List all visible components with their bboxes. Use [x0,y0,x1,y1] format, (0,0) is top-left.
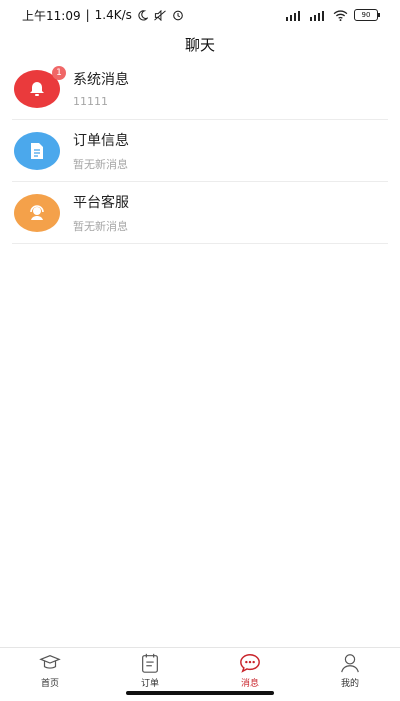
tab-profile-label: 我的 [340,679,359,689]
home-icon [39,655,61,669]
tab-orders-label: 订单 [140,679,159,689]
document-icon [31,142,43,159]
home-indicator [126,691,274,695]
chat-title: 系统消息 [73,72,129,88]
page-header: 聊天 [0,30,400,58]
status-divider: | [85,8,90,22]
tab-home-label: 首页 [40,679,59,689]
chat-list: 1 系统消息 11111 订单信息 暂无新消息 平台客服 暂无新消息 [0,58,400,244]
chat-item-texts: 平台客服 暂无新消息 [73,192,129,234]
customer-service-avatar [14,193,60,232]
order-icon [142,653,158,673]
order-info-avatar [14,131,60,170]
chat-preview: 11111 [73,95,108,108]
chat-preview: 暂无新消息 [73,157,128,171]
status-left: 上午11:09 | 1.4K/s [22,7,184,24]
message-icon [240,654,260,673]
chat-item-order[interactable]: 订单信息 暂无新消息 [12,120,388,182]
tab-home[interactable]: 首页 [0,648,100,701]
chat-item-texts: 订单信息 暂无新消息 [73,130,129,172]
chat-title: 平台客服 [73,194,129,211]
page-title: 聊天 [184,35,215,54]
tab-profile[interactable]: 我的 [300,648,400,701]
network-speed: 1.4K/s [94,8,132,22]
chat-title: 订单信息 [73,132,129,149]
profile-icon [341,654,359,673]
headset-icon [30,204,44,220]
alarm-icon [173,10,183,21]
chat-item-system[interactable]: 1 系统消息 11111 [12,58,388,120]
signal-hd-icon [286,10,300,21]
status-bar: 上午11:09 | 1.4K/s 90 [0,0,400,30]
moon-icon [138,9,148,21]
chat-preview: 暂无新消息 [73,219,128,233]
tab-messages-label: 消息 [240,679,259,689]
wifi-icon [333,9,348,21]
status-time: 上午11:09 [22,8,81,23]
unread-badge: 1 [52,65,66,80]
chat-item-support[interactable]: 平台客服 暂无新消息 [12,182,388,244]
battery-icon: 90 [354,9,380,21]
chat-item-texts: 系统消息 11111 [73,69,129,108]
mute-icon [154,9,166,21]
status-right: 90 [285,9,380,21]
signal-icon [310,10,324,21]
bell-icon [30,81,44,96]
system-message-avatar: 1 [14,65,66,108]
